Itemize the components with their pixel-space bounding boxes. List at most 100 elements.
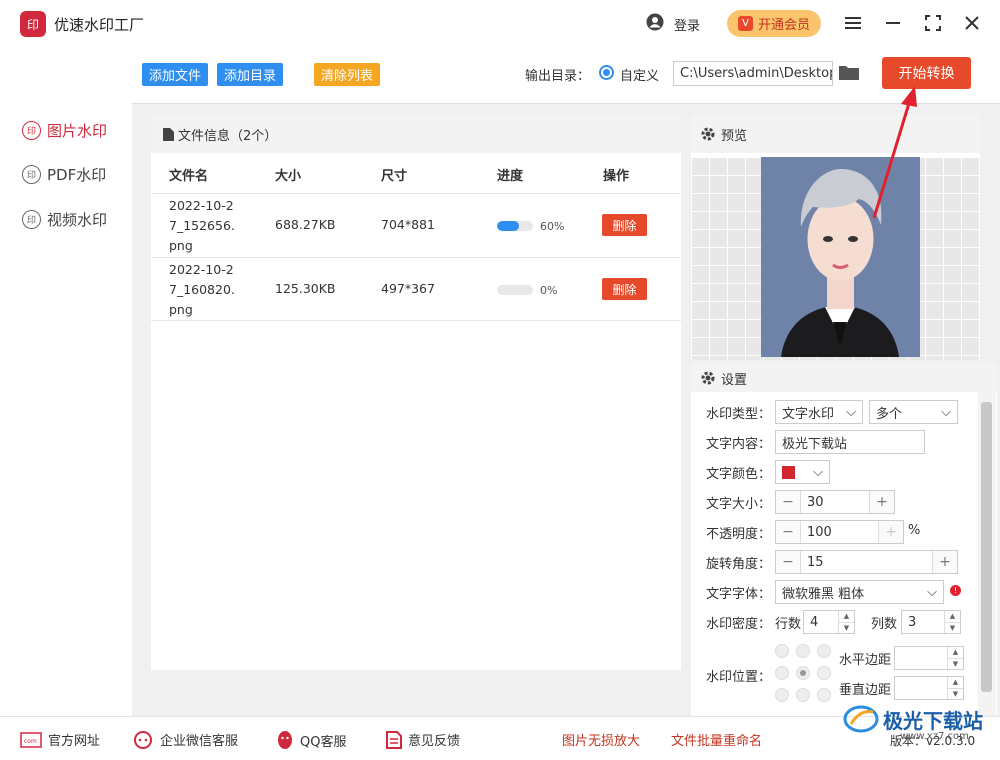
minus-icon[interactable]: − (776, 521, 800, 543)
vip-label: 开通会员 (757, 18, 810, 33)
output-dir-label: 输出目录： (525, 69, 591, 84)
wechat-service-link[interactable]: 企业微信客服 (134, 730, 238, 749)
feedback-link[interactable]: 意见反馈 (386, 730, 460, 749)
website-icon: com (20, 731, 42, 748)
position-dot[interactable] (817, 644, 831, 658)
custom-radio-label: 自定义 (620, 69, 660, 84)
stamp-icon: 印 (22, 165, 41, 184)
progress-bar (497, 285, 533, 295)
rows-spinner[interactable]: 4 ▲ ▼ (803, 610, 855, 634)
clear-list-button[interactable]: 清除列表 (314, 63, 381, 86)
file-icon (163, 127, 174, 141)
v-margin-spinner[interactable]: ▲ ▼ (894, 676, 964, 700)
plus-icon[interactable]: + (879, 521, 903, 543)
position-dot[interactable] (796, 688, 810, 702)
plus-icon[interactable]: + (870, 491, 894, 513)
stamp-icon: 印 (22, 121, 41, 140)
column-header: 大小 (275, 169, 302, 184)
chevron-down-icon: ⌵ (927, 584, 937, 600)
text-size-stepper[interactable]: −30 + (775, 490, 895, 514)
image-upscale-link[interactable]: 图片无损放大 (562, 730, 640, 749)
preview-header: 预览 (691, 115, 980, 153)
rotation-stepper[interactable]: −15 + (775, 550, 958, 574)
vip-button[interactable]: V 开通会员 (727, 10, 821, 37)
position-dot[interactable] (817, 688, 831, 702)
opacity-stepper[interactable]: −100 + (775, 520, 904, 544)
sidebar-item-label: 视频水印 (47, 211, 108, 229)
file-size: 125.30KB (275, 281, 336, 296)
sidebar-item-pdf-watermark[interactable]: 印 PDF水印 (22, 164, 106, 185)
start-convert-button[interactable]: 开始转换 (882, 57, 971, 89)
file-panel: 文件信息（2个） 文件名 大小 尺寸 进度 操作 2022-10-2 7_152… (151, 115, 681, 670)
warning-icon[interactable]: ! (950, 585, 961, 596)
h-margin-spinner[interactable]: ▲ ▼ (894, 646, 964, 670)
watermark-type-select[interactable]: 文字水印 ⌵ (775, 400, 863, 424)
website-link[interactable]: com 官方网址 (20, 730, 100, 749)
table-row: 2022-10-2 7_160820. png 125.30KB 497*367… (151, 257, 681, 321)
minus-icon[interactable]: − (776, 551, 800, 573)
settings-panel: 设置 水印类型： 文字水印 ⌵ 多个 ⌵ 文字内容： 极光下载站 文字颜色： ⌵ 文… (691, 364, 997, 716)
close-icon[interactable] (961, 12, 983, 34)
delete-button[interactable]: 删除 (602, 278, 647, 300)
position-dot-selected[interactable] (796, 666, 810, 680)
position-dot[interactable] (775, 644, 789, 658)
scrollbar-thumb[interactable] (981, 402, 992, 692)
progress-percent: 0% (540, 284, 558, 297)
folder-icon[interactable] (838, 63, 860, 81)
sidebar-item-label: PDF水印 (47, 166, 107, 184)
text-color-label: 文字颜色： (706, 467, 772, 482)
sidebar-item-video-watermark[interactable]: 印 视频水印 (22, 209, 107, 230)
chevron-down-icon: ⌵ (813, 464, 823, 480)
text-content-input[interactable]: 极光下载站 (775, 430, 925, 454)
h-margin-label: 水平边距 (839, 653, 892, 668)
stamp-icon: 印 (22, 210, 41, 229)
file-panel-header: 文件信息（2个） (151, 115, 681, 153)
spin-up-icon[interactable]: ▲ (945, 611, 960, 623)
spin-up-icon[interactable]: ▲ (948, 647, 963, 659)
output-path-input[interactable]: C:\Users\admin\Desktop (673, 61, 833, 86)
position-dot[interactable] (775, 666, 789, 680)
minus-icon[interactable]: − (776, 491, 800, 513)
batch-rename-link[interactable]: 文件批量重命名 (671, 730, 762, 749)
watermark-count-select[interactable]: 多个 ⌵ (869, 400, 958, 424)
add-directory-button[interactable]: 添加目录 (217, 63, 284, 86)
sidebar-item-image-watermark[interactable]: 印 图片水印 (22, 120, 107, 141)
column-header: 尺寸 (381, 169, 408, 184)
opacity-label: 不透明度： (706, 527, 772, 542)
settings-scrollbar[interactable] (978, 364, 996, 716)
position-dot[interactable] (817, 666, 831, 680)
color-swatch (782, 465, 795, 479)
table-row: 2022-10-2 7_152656. png 688.27KB 704*881… (151, 193, 681, 257)
spin-down-icon[interactable]: ▼ (945, 623, 960, 634)
spin-down-icon[interactable]: ▼ (948, 659, 963, 670)
column-header: 操作 (603, 169, 630, 184)
svg-text:com: com (24, 738, 37, 745)
gear-icon (701, 127, 715, 141)
font-select[interactable]: 微软雅黑 粗体 ⌵ (775, 580, 944, 604)
app-logo: 印 (20, 11, 46, 37)
spin-up-icon[interactable]: ▲ (948, 677, 963, 689)
maximize-icon[interactable] (922, 12, 944, 34)
spin-down-icon[interactable]: ▼ (948, 689, 963, 700)
text-color-picker[interactable]: ⌵ (775, 460, 830, 484)
text-content-label: 文字内容： (706, 437, 772, 452)
position-dot[interactable] (796, 644, 810, 658)
file-name: 2022-10-2 7_152656. png (169, 198, 235, 253)
qq-service-link[interactable]: QQ客服 (276, 730, 346, 750)
spin-down-icon[interactable]: ▼ (839, 623, 854, 634)
minimize-icon[interactable] (882, 12, 904, 34)
user-icon[interactable] (646, 13, 664, 31)
add-file-button[interactable]: 添加文件 (142, 63, 209, 86)
login-link[interactable]: 登录 (674, 15, 700, 34)
preview-panel: 预览 (691, 115, 980, 360)
delete-button[interactable]: 删除 (602, 214, 647, 236)
app-title: 优速水印工厂 (54, 16, 145, 34)
menu-icon[interactable] (842, 12, 864, 34)
custom-radio[interactable] (599, 65, 614, 80)
spin-up-icon[interactable]: ▲ (839, 611, 854, 623)
progress-bar (497, 221, 533, 231)
cols-spinner[interactable]: 3 ▲ ▼ (901, 610, 961, 634)
plus-icon[interactable]: + (933, 551, 957, 573)
position-label: 水印位置： (706, 670, 772, 685)
position-dot[interactable] (775, 688, 789, 702)
